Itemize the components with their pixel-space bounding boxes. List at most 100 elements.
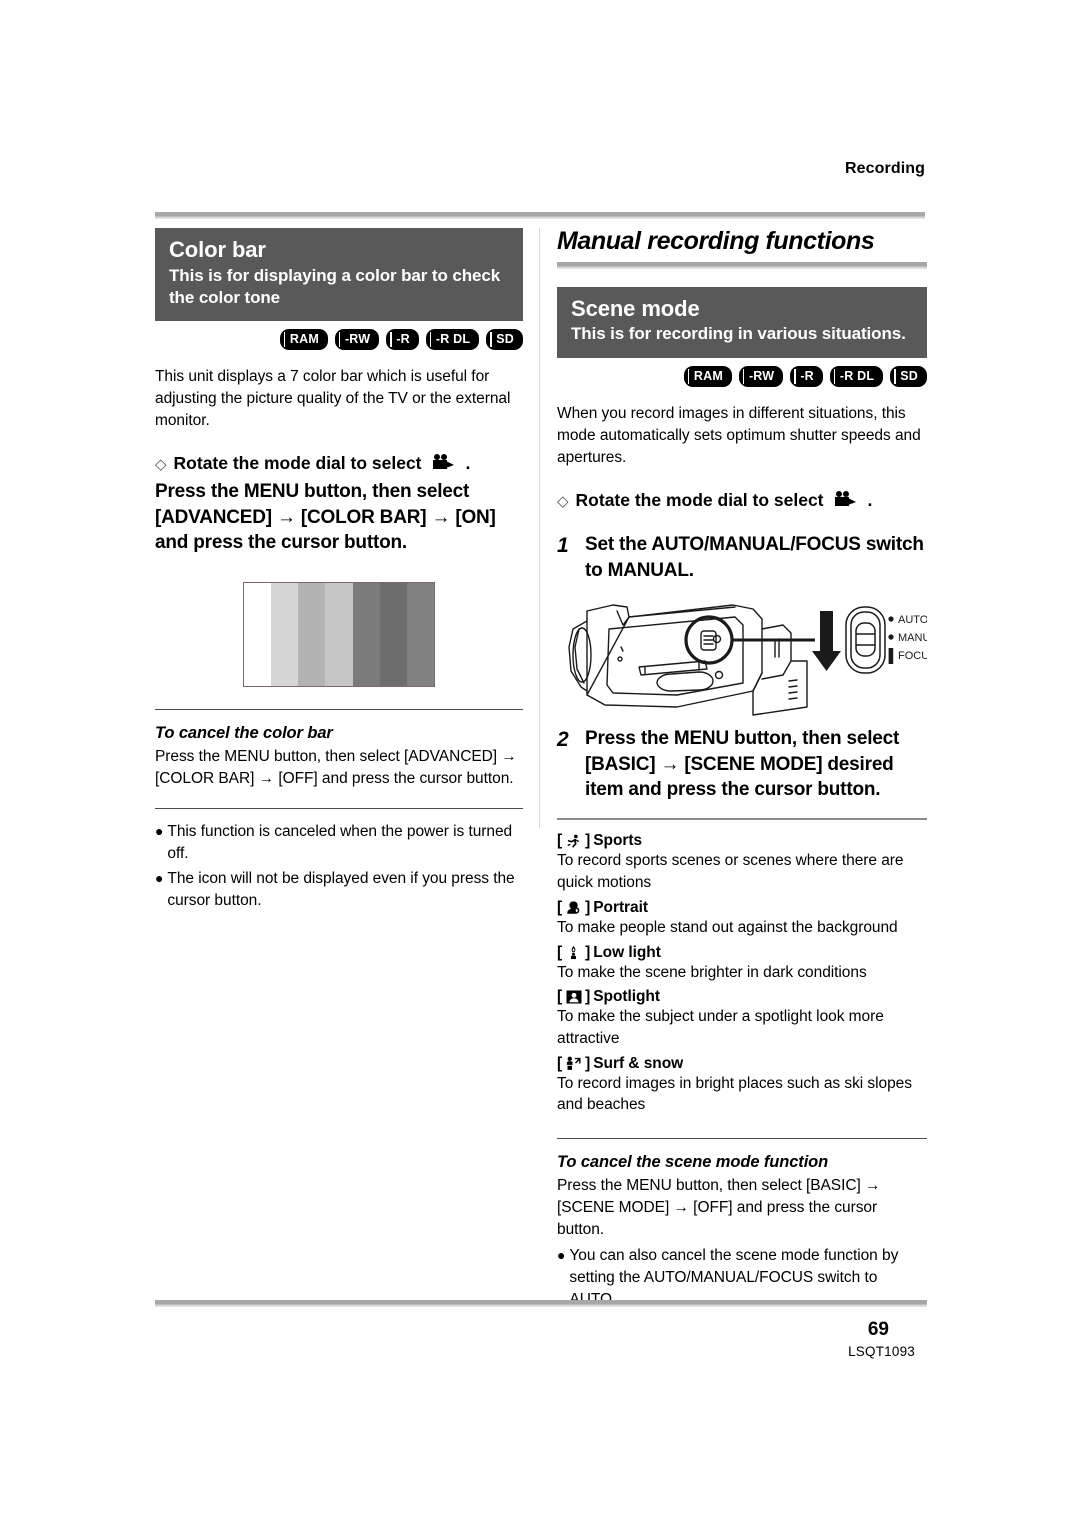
diamond-step-text: Rotate the mode dial to select xyxy=(575,489,824,510)
step-1-number: 1 xyxy=(557,534,569,558)
note-text: This function is canceled when the power… xyxy=(167,822,513,862)
color-bar-figure xyxy=(243,581,435,687)
sports-runner-icon xyxy=(565,833,582,850)
switch-position-dots xyxy=(888,616,894,665)
badge-rw: -RW xyxy=(738,366,784,387)
camcorder-icon xyxy=(432,453,455,469)
color-bar-segment-1 xyxy=(244,582,272,686)
notes-rule xyxy=(155,807,523,809)
color-bar-segment-6 xyxy=(379,582,407,686)
step-2: 2 Press the MENU button, then select [BA… xyxy=(557,726,927,802)
right-column: Manual recording functions Scene mode Th… xyxy=(557,227,944,1311)
scene-mode-desc-low-light: To make the scene brighter in dark condi… xyxy=(557,963,867,981)
color-bar-banner: Color bar This is for displaying a color… xyxy=(155,228,523,322)
color-bar-figure-wrap xyxy=(155,581,523,687)
badge-r: -R xyxy=(386,329,419,350)
cancel-color-bar-heading: To cancel the color bar xyxy=(155,723,333,742)
color-bar-segment-5 xyxy=(352,582,380,686)
badge-sd: SD xyxy=(486,329,523,350)
scene-mode-item-portrait-heading: [ ] Portrait xyxy=(557,899,927,917)
badge-r-dl: -R DL xyxy=(829,366,884,387)
page-number: 69 xyxy=(867,1319,889,1340)
badge-rw: -RW xyxy=(334,329,380,350)
bracket-close: ] xyxy=(585,898,591,916)
bullet-dot-icon: ● xyxy=(155,869,164,886)
badge-ram-label: RAM xyxy=(693,369,723,384)
switch-label-auto: AUTO xyxy=(898,614,927,626)
color-bar-banner-title: Color bar xyxy=(169,237,266,262)
cancel-scene-mode-heading: To cancel the scene mode function xyxy=(557,1152,829,1171)
badge-ram: RAM xyxy=(683,366,732,387)
bracket-close: ] xyxy=(585,1054,591,1072)
badge-r-dl: -R DL xyxy=(425,329,480,350)
chapter-title: Manual recording functions xyxy=(557,227,875,255)
manual-page: Recording Color bar This is for displayi… xyxy=(0,0,1080,1526)
left-column: Color bar This is for displaying a color… xyxy=(155,228,523,912)
scene-mode-desc-spotlight: To make the subject under a spotlight lo… xyxy=(557,1008,884,1047)
scene-mode-label-sports: Sports xyxy=(593,832,643,850)
right-media-badges: RAM -RW -R -R DL SD xyxy=(557,366,927,387)
bracket-open: [ xyxy=(557,832,563,850)
badge-r-label: -R xyxy=(800,369,814,384)
step-2-number: 2 xyxy=(557,728,569,752)
header-divider-rule xyxy=(155,212,925,219)
color-bar-diamond-step: ◇ Rotate the mode dial to select . xyxy=(155,452,523,476)
scene-mode-desc-surf-snow: To record images in bright places such a… xyxy=(557,1074,912,1114)
scene-mode-label-portrait: Portrait xyxy=(593,898,648,916)
page-header: Recording xyxy=(155,160,925,219)
camcorder-illustration: AUTO MANUAL FOCUS xyxy=(557,595,944,720)
scene-mode-label-low-light: Low light xyxy=(593,943,661,961)
down-arrow-icon xyxy=(812,611,841,672)
spotlight-icon xyxy=(565,989,582,1006)
scene-mode-item-sports-heading: [ ] Sports xyxy=(557,832,927,850)
badge-rw-label: -RW xyxy=(748,369,775,384)
cancel-color-bar-body: Press the MENU button, then select [ADVA… xyxy=(155,747,517,787)
badge-r-dl-label: -R DL xyxy=(435,332,471,347)
bracket-open: [ xyxy=(557,943,563,961)
bullet-dot-icon: ● xyxy=(155,822,164,839)
switch-label-focus: FOCUS xyxy=(898,650,927,662)
bracket-open: [ xyxy=(557,1054,563,1072)
badge-r-label: -R xyxy=(396,332,410,347)
diamond-step-text: Rotate the mode dial to select xyxy=(173,452,422,473)
diamond-marker-icon: ◇ xyxy=(557,492,569,510)
scene-mode-banner: Scene mode This is for recording in vari… xyxy=(557,286,927,359)
badge-sd-label: SD xyxy=(900,369,918,384)
note-item: ● This function is canceled when the pow… xyxy=(155,821,523,865)
badge-sd-label: SD xyxy=(496,332,514,347)
surf-snow-icon xyxy=(565,1055,582,1072)
portrait-person-icon xyxy=(565,899,582,916)
bracket-close: ] xyxy=(585,943,591,961)
section-label: Recording xyxy=(844,160,925,177)
cancel-scene-mode-body: Press the MENU button, then select [BASI… xyxy=(557,1176,881,1238)
camcorder-icon xyxy=(834,490,857,506)
color-bar-banner-subtitle: This is for displaying a color bar to ch… xyxy=(169,265,501,307)
diamond-step-period: . xyxy=(465,452,471,473)
badge-ram: RAM xyxy=(279,329,328,350)
bracket-open: [ xyxy=(557,988,563,1006)
color-bar-segment-7 xyxy=(406,582,434,686)
bracket-close: ] xyxy=(585,832,591,850)
step-2-text: Press the MENU button, then select [BASI… xyxy=(585,728,900,801)
camcorder-svg: AUTO MANUAL FOCUS xyxy=(568,604,944,716)
badge-r-dl-label: -R DL xyxy=(839,369,875,384)
scene-mode-desc-portrait: To make people stand out against the bac… xyxy=(557,918,898,936)
diamond-marker-icon: ◇ xyxy=(155,455,167,473)
page-footer: 69 LSQT1093 xyxy=(155,1300,927,1359)
scene-cancel-section-rule xyxy=(557,1137,927,1139)
color-bar-segment-2 xyxy=(271,582,299,686)
switch-label-manual: MANUAL xyxy=(898,632,927,644)
color-bar-segment-3 xyxy=(298,582,326,686)
badge-r: -R xyxy=(790,366,823,387)
bracket-open: [ xyxy=(557,898,563,916)
scene-mode-item-spotlight-heading: [ ] Spotlight xyxy=(557,988,927,1006)
scene-mode-item-surf-snow-heading: [ ] Surf & snow xyxy=(557,1055,927,1073)
step-1-text: Set the AUTO/MANUAL/FOCUS switch to MANU… xyxy=(585,534,924,581)
cancel-section-rule xyxy=(155,708,523,710)
footer-divider-rule xyxy=(155,1300,927,1307)
scene-mode-banner-subtitle: This is for recording in various situati… xyxy=(571,324,906,344)
switch-labels: AUTO MANUAL FOCUS xyxy=(898,614,944,662)
scene-mode-banner-title: Scene mode xyxy=(571,295,700,321)
color-bar-instruction: Press the MENU button, then select [ADVA… xyxy=(155,481,496,554)
badge-rw-label: -RW xyxy=(344,332,371,347)
